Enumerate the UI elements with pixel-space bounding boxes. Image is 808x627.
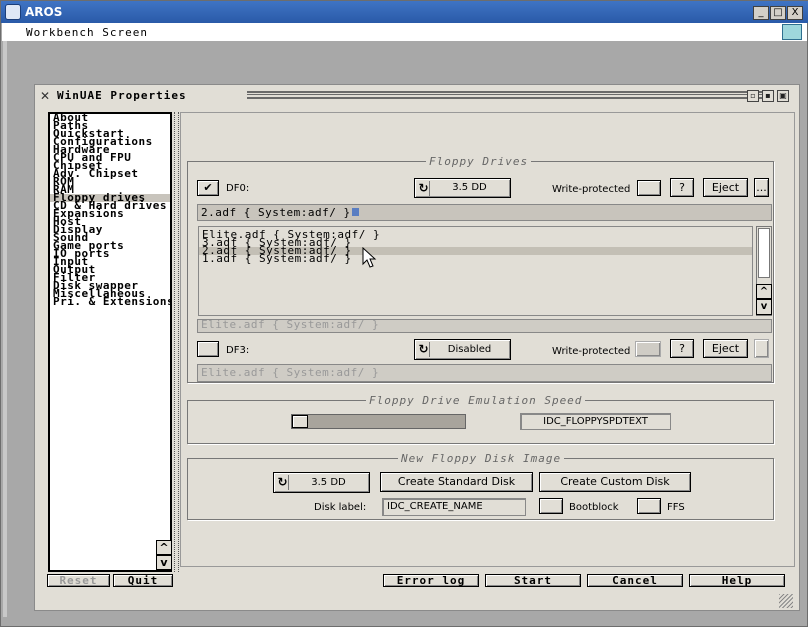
mouse-pointer-icon: [362, 247, 377, 268]
emulation-speed-group: Floppy Drive Emulation Speed IDC_FLOPPYS…: [187, 394, 774, 444]
cycle-icon: ↻: [277, 475, 289, 490]
disk-label-caption: Disk label:: [314, 502, 367, 513]
minimize-button[interactable]: _: [753, 6, 769, 20]
winuae-properties-window: ✕ WinUAE Properties ▫ ▪ ▣ About Paths Quic…: [34, 84, 800, 611]
maximize-button[interactable]: □: [770, 6, 786, 20]
floppy-settings-panel: Floppy Drives ✔ DF0: ↻ 3.5 DD Write-prot…: [180, 112, 795, 567]
tree-item[interactable]: Pri. & Extensions: [50, 296, 170, 307]
host-title: AROS: [25, 5, 63, 19]
df3-write-protected-label: Write-protected: [552, 346, 631, 357]
cancel-button[interactable]: Cancel: [587, 574, 683, 587]
df3-help-button[interactable]: ?: [670, 339, 694, 358]
list-scroll-knob[interactable]: [758, 228, 770, 278]
list-scroll-down-button[interactable]: v: [756, 299, 772, 315]
df3-write-protected-checkbox[interactable]: [635, 341, 661, 357]
tree-scroll-buttons: ^ v: [156, 540, 172, 572]
close-button[interactable]: X: [787, 6, 803, 20]
df0-path-field[interactable]: 2.adf { System:adf/ }: [197, 204, 772, 221]
df0-help-button[interactable]: ?: [670, 178, 694, 197]
host-titlebar[interactable]: AROS _ □ X: [1, 1, 808, 23]
scroll-up-button[interactable]: ^: [156, 540, 172, 555]
close-window-icon[interactable]: ✕: [40, 89, 50, 103]
floppy-drives-group: Floppy Drives ✔ DF0: ↻ 3.5 DD Write-prot…: [187, 155, 774, 383]
list-scroll-up-button[interactable]: ^: [756, 284, 772, 299]
group-title: New Floppy Disk Image: [398, 452, 565, 465]
bootblock-checkbox[interactable]: [539, 498, 563, 514]
resize-grip-icon[interactable]: [779, 594, 793, 608]
speed-slider[interactable]: [291, 414, 466, 429]
screen-menubar[interactable]: Workbench Screen: [2, 23, 807, 41]
speed-slider-knob[interactable]: [292, 415, 308, 428]
tree-divider: [174, 112, 179, 572]
text-cursor: [351, 208, 359, 216]
aros-logo-icon: [5, 4, 21, 20]
df0-eject-button[interactable]: Eject: [703, 178, 748, 197]
create-custom-disk-button[interactable]: Create Custom Disk: [539, 472, 691, 492]
group-title: Floppy Drive Emulation Speed: [366, 394, 586, 407]
create-standard-disk-button[interactable]: Create Standard Disk: [380, 472, 533, 492]
df3-enable-checkbox[interactable]: [197, 341, 219, 357]
df3-type-cycle[interactable]: ↻ Disabled: [414, 339, 511, 360]
iconify-icon[interactable]: ▪: [762, 90, 774, 102]
df3-label: DF3:: [226, 345, 250, 356]
titlebar-drag-line: [247, 94, 771, 95]
ffs-checkbox[interactable]: [637, 498, 661, 514]
group-title: Floppy Drives: [426, 155, 532, 168]
df0-type-cycle[interactable]: ↻ 3.5 DD: [414, 178, 511, 198]
reset-button[interactable]: Reset: [47, 574, 110, 587]
df1-path-field: Elite.adf { System:adf/ }: [197, 319, 772, 333]
screen-depth-icon[interactable]: [782, 24, 802, 40]
df3-browse-button[interactable]: [754, 339, 769, 358]
window-titlebar[interactable]: ✕ WinUAE Properties ▫ ▪ ▣: [35, 85, 799, 105]
df0-write-protected-checkbox[interactable]: [637, 180, 661, 196]
new-disk-group: New Floppy Disk Image ↻ 3.5 DD Create St…: [187, 452, 774, 520]
newdisk-type-cycle[interactable]: ↻ 3.5 DD: [273, 472, 370, 493]
aros-host-window: AROS _ □ X Workbench Screen ✕ WinUAE Pro…: [0, 0, 808, 627]
df3-type-value: Disabled: [447, 344, 492, 355]
titlebar-drag-lines: [247, 91, 771, 99]
list-item[interactable]: 1.adf { System:adf/ }: [199, 253, 752, 264]
start-button[interactable]: Start: [485, 574, 581, 587]
df0-label: DF0:: [226, 183, 250, 194]
screen-title: Workbench Screen: [26, 26, 148, 39]
depth-icon[interactable]: ▣: [777, 90, 789, 102]
cycle-icon: ↻: [418, 181, 430, 196]
df0-path-text: 2.adf { System:adf/ }: [201, 206, 351, 219]
zoom-icon[interactable]: ▫: [747, 90, 759, 102]
bootblock-label: Bootblock: [569, 502, 619, 513]
newdisk-type-value: 3.5 DD: [311, 477, 346, 488]
speed-value-text: IDC_FLOPPYSPDTEXT: [520, 413, 671, 430]
window-title: WinUAE Properties: [57, 89, 187, 102]
floppy-history-list[interactable]: Elite.adf { System:adf/ } 3.adf { System…: [198, 226, 753, 316]
quit-button[interactable]: Quit: [113, 574, 173, 587]
cycle-icon: ↻: [418, 342, 430, 357]
list-scrollbar[interactable]: ^ v: [756, 226, 772, 316]
df0-type-value: 3.5 DD: [452, 182, 487, 193]
df0-write-protected-label: Write-protected: [552, 184, 631, 195]
df0-enable-checkbox[interactable]: ✔: [197, 180, 219, 196]
error-log-button[interactable]: Error log: [383, 574, 479, 587]
screen-edge: [3, 41, 7, 617]
df3-path-field: Elite.adf { System:adf/ }: [197, 364, 772, 382]
ffs-label: FFS: [667, 502, 685, 513]
disk-label-field[interactable]: IDC_CREATE_NAME: [382, 498, 526, 516]
help-button[interactable]: Help: [689, 574, 785, 587]
df0-browse-button[interactable]: ...: [754, 178, 769, 197]
scroll-down-button[interactable]: v: [156, 555, 172, 570]
settings-tree[interactable]: About Paths Quickstart Configurations Hardwa…: [48, 112, 172, 572]
df3-eject-button[interactable]: Eject: [703, 339, 748, 358]
